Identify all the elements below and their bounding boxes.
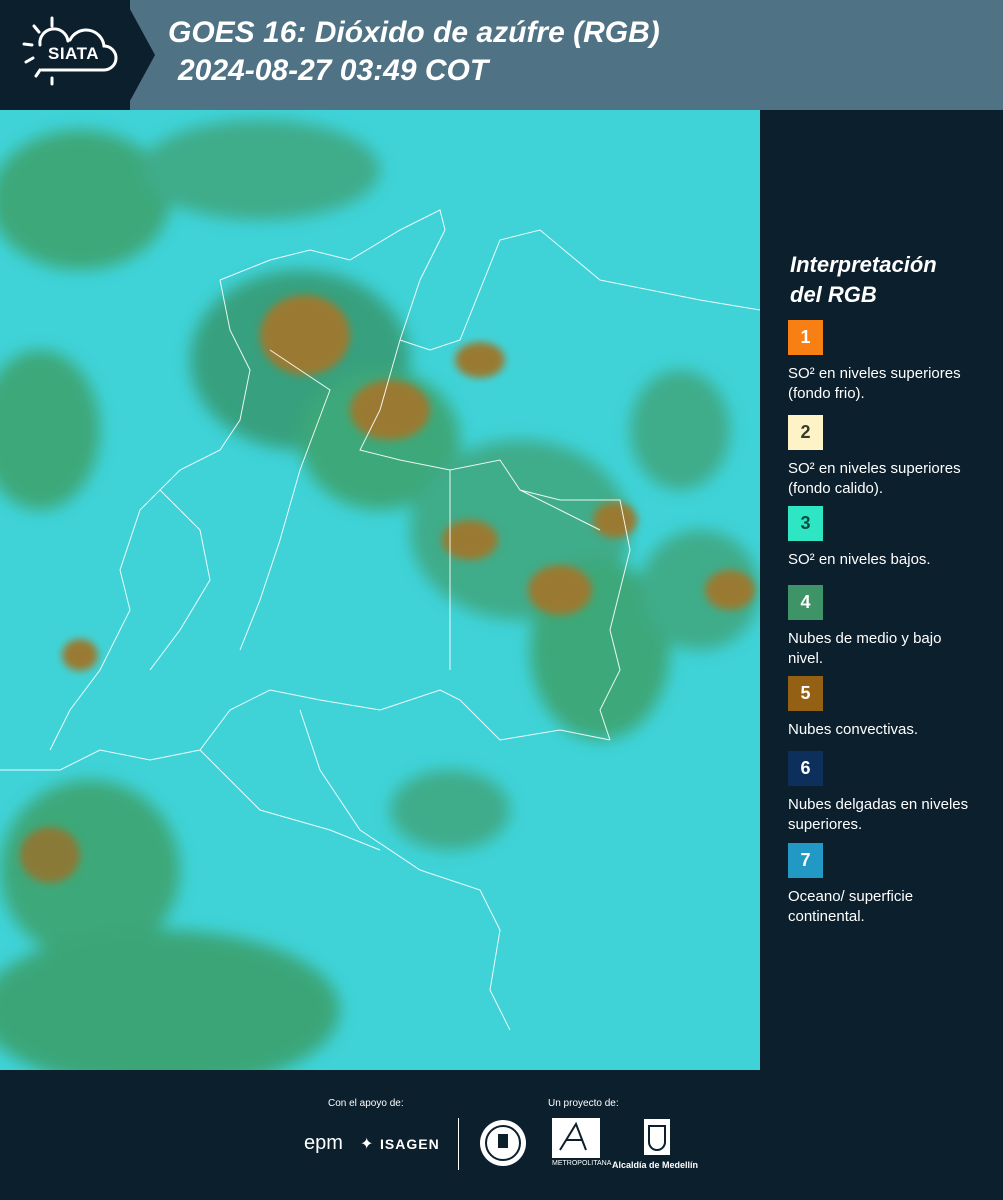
- support-label: Con el apoyo de:: [328, 1098, 404, 1109]
- alcaldia-shield-icon: [644, 1119, 670, 1155]
- legend-swatch: 2: [788, 415, 823, 450]
- footer: Con el apoyo de: Un proyecto de: epm ✦ I…: [0, 1070, 1003, 1200]
- isagen-logo: ISAGEN: [380, 1136, 440, 1152]
- legend-item: 5 Nubes convectivas.: [788, 676, 988, 740]
- legend-swatch: 5: [788, 676, 823, 711]
- legend-item: 1 SO² en niveles superiores (fondo frio).: [788, 320, 988, 404]
- logo-text: SIATA: [48, 44, 99, 63]
- legend-swatch: 3: [788, 506, 823, 541]
- title-line-2: 2024-08-27 03:49 COT: [178, 54, 489, 87]
- legend-label: Nubes de medio y bajo nivel.: [788, 630, 942, 667]
- satellite-map: [0, 110, 760, 1070]
- legend-label: SO² en niveles superiores (fondo frio).: [788, 365, 961, 402]
- partner-alcaldia: Alcaldía de Medellín: [612, 1160, 699, 1170]
- page-title: GOES 16: Dióxido de azúfre (RGB) 2024-08…: [168, 14, 660, 90]
- partner-metropolitana: METROPOLITANA: [552, 1160, 612, 1167]
- legend-swatch: 4: [788, 585, 823, 620]
- logo-area: SIATA: [0, 0, 155, 110]
- seal-icon: [480, 1120, 526, 1166]
- area-metropolitana-icon: [552, 1118, 600, 1158]
- legend-swatch: 6: [788, 751, 823, 786]
- legend-title-line-1: Interpretación: [790, 252, 937, 277]
- legend-panel: Interpretación del RGB 1 SO² en niveles s…: [760, 110, 1003, 1070]
- legend-item: 3 SO² en niveles bajos.: [788, 506, 988, 570]
- legend-item: 4 Nubes de medio y bajo nivel.: [788, 585, 988, 669]
- legend-label: Nubes delgadas en niveles superiores.: [788, 796, 969, 833]
- footer-divider: [458, 1118, 459, 1170]
- legend-swatch: 7: [788, 843, 823, 878]
- epm-logo: epm: [304, 1132, 343, 1154]
- map-image: [0, 110, 760, 1070]
- project-label: Un proyecto de:: [548, 1098, 619, 1109]
- legend-item: 2 SO² en niveles superiores (fondo calido…: [788, 415, 988, 499]
- legend-item: 7 Oceano/ superficie continental.: [788, 843, 988, 927]
- legend-label: Nubes convectivas.: [788, 721, 919, 738]
- legend-swatch: 1: [788, 320, 823, 355]
- legend-label: SO² en niveles bajos.: [788, 551, 931, 568]
- legend-label: Oceano/ superficie continental.: [788, 888, 914, 925]
- title-line-1: GOES 16: Dióxido de azúfre (RGB): [168, 16, 660, 49]
- legend-item: 6 Nubes delgadas en niveles superiores.: [788, 751, 988, 835]
- legend-title-line-2: del RGB: [790, 282, 877, 307]
- legend-label: SO² en niveles superiores (fondo calido)…: [788, 460, 961, 497]
- isagen-icon: ✦: [360, 1136, 374, 1153]
- header: SIATA GOES 16: Dióxido de azúfre (RGB) 2…: [0, 0, 1003, 110]
- legend-title: Interpretación del RGB: [790, 250, 990, 310]
